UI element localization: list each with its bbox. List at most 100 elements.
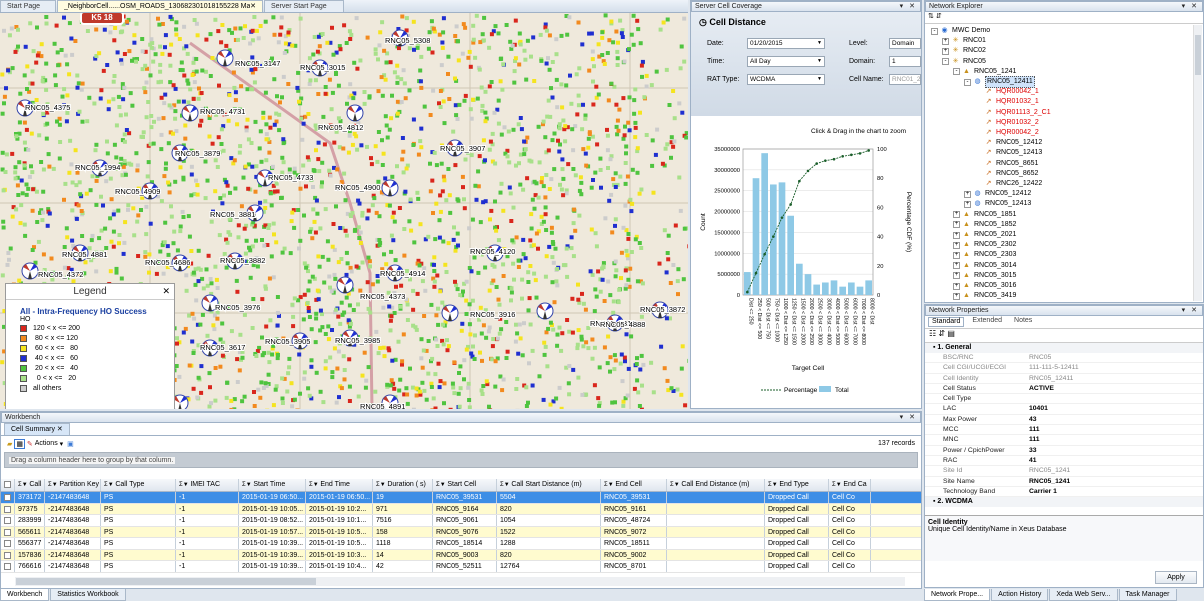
property-value[interactable]: 43 xyxy=(1029,415,1037,424)
filter-icon[interactable]: Σ▼ xyxy=(179,482,190,488)
chart-point[interactable] xyxy=(858,152,862,155)
table-cell[interactable]: Dropped Call xyxy=(765,526,829,537)
tab-start-page[interactable]: Start Page xyxy=(0,0,56,12)
chart-point[interactable] xyxy=(763,252,766,256)
table-cell[interactable]: Cell Co xyxy=(829,492,871,503)
row-checkbox[interactable] xyxy=(1,492,15,503)
table-cell[interactable]: PS xyxy=(101,561,176,572)
expand-icon[interactable]: + xyxy=(942,47,949,55)
row-checkbox[interactable] xyxy=(1,515,15,526)
property-row[interactable]: RAC 41 xyxy=(925,456,1203,467)
table-cell[interactable]: Dropped Call xyxy=(765,561,829,572)
tab-extended[interactable]: Extended xyxy=(964,317,1010,327)
property-row[interactable]: Site Id RNC05_1241 xyxy=(925,466,1203,477)
tree-scrollbar[interactable] xyxy=(1193,25,1202,301)
table-cell[interactable]: Cell Co xyxy=(829,538,871,549)
expand-icon[interactable]: + xyxy=(953,262,960,270)
chart-point[interactable] xyxy=(806,169,810,173)
column-header[interactable]: Σ▼ End Time xyxy=(306,479,373,491)
table-cell[interactable]: -2147483648 xyxy=(45,561,101,572)
expand-icon[interactable]: + xyxy=(942,37,949,45)
table-cell[interactable]: RNC05_9061 xyxy=(433,515,497,526)
table-cell[interactable]: 820 xyxy=(497,549,601,560)
table-cell[interactable]: 97375 xyxy=(15,503,45,514)
table-cell[interactable]: -1 xyxy=(176,561,239,572)
table-cell[interactable]: 2015-01-19 06:50... xyxy=(306,492,373,503)
column-header[interactable]: Σ▼ Call Id xyxy=(15,479,45,491)
bottom-tab[interactable]: Task Manager xyxy=(1118,589,1177,601)
table-cell[interactable]: 2015-01-19 10:2... xyxy=(306,503,373,514)
table-cell[interactable]: -1 xyxy=(176,492,239,503)
column-header[interactable]: Σ▼ Start Cell xyxy=(433,479,497,491)
table-cell[interactable]: 14 xyxy=(373,549,433,560)
tree-node[interactable]: + ✳ RNC01 xyxy=(942,36,986,46)
property-value[interactable]: 41 xyxy=(1029,456,1037,465)
export-icon[interactable]: ▣ xyxy=(67,440,74,448)
table-cell[interactable]: Cell Co xyxy=(829,549,871,560)
row-checkbox[interactable] xyxy=(1,526,15,537)
property-value[interactable]: RNC05_12411 xyxy=(1029,374,1073,383)
sort-icon[interactable]: ⇅ xyxy=(928,13,934,20)
bottom-tab[interactable]: Statistics Workbook xyxy=(50,589,126,601)
pin-icon[interactable]: ▾ ✕ xyxy=(1182,306,1202,315)
table-cell[interactable]: PS xyxy=(101,538,176,549)
cell-site-icon[interactable] xyxy=(336,276,354,294)
table-cell[interactable]: 1054 xyxy=(497,515,601,526)
table-cell[interactable]: 2015-01-19 10:1... xyxy=(306,515,373,526)
cell-site-icon[interactable] xyxy=(536,302,554,320)
table-cell[interactable]: 2015-01-19 10:5... xyxy=(306,538,373,549)
table-cell[interactable]: 373172 xyxy=(15,492,45,503)
chart-bar[interactable] xyxy=(787,215,794,295)
chart-point[interactable] xyxy=(850,153,853,157)
bottom-tab[interactable]: Action History xyxy=(991,589,1049,601)
cell-site-icon[interactable] xyxy=(346,104,364,122)
scroll-thumb[interactable] xyxy=(16,578,316,585)
alphabetical-icon[interactable]: ⇵ xyxy=(938,329,945,338)
filter-icon[interactable]: Σ▼ xyxy=(104,482,115,488)
pin-icon[interactable]: ▾ ✕ xyxy=(900,2,920,11)
chevron-down-icon[interactable]: ▾ xyxy=(58,440,64,448)
pin-icon[interactable]: ▾ ✕ xyxy=(900,413,920,422)
cell-site-icon[interactable] xyxy=(381,179,399,197)
tree-node[interactable]: ↗ HQR00042_1 xyxy=(975,87,1039,97)
chart-bar[interactable] xyxy=(796,263,803,295)
table-cell[interactable]: RNC05_18514 xyxy=(433,538,497,549)
tree-node[interactable]: + ▲ RNC05_3014 xyxy=(953,261,1016,271)
filter-icon[interactable]: Σ▼ xyxy=(48,482,59,488)
tree-node[interactable]: + ▲ RNC05_1851 xyxy=(953,210,1016,220)
chart-bar[interactable] xyxy=(761,153,768,295)
table-cell[interactable]: Dropped Call xyxy=(765,549,829,560)
expand-icon[interactable]: + xyxy=(953,251,960,259)
property-value[interactable]: ACTIVE xyxy=(1029,384,1054,393)
table-cell[interactable]: Cell Co xyxy=(829,503,871,514)
table-cell[interactable]: Cell Co xyxy=(829,526,871,537)
rat-type-select[interactable]: WCDMA ▼ xyxy=(747,74,825,85)
filter-icon[interactable]: Σ▼ xyxy=(832,482,843,488)
cell-distance-chart[interactable]: Count Percentage CDF (%)05000000100000001… xyxy=(691,137,921,407)
domain-input[interactable]: 1 xyxy=(889,56,921,67)
table-cell[interactable]: RNC05_52511 xyxy=(433,561,497,572)
tree-node[interactable]: ↗ RNC05_8652 xyxy=(975,169,1039,179)
table-cell[interactable]: Dropped Call xyxy=(765,492,829,503)
chart-bar[interactable] xyxy=(822,282,829,295)
tree-node[interactable]: ↗ RNC05_8651 xyxy=(975,159,1039,169)
table-cell[interactable]: 766616 xyxy=(15,561,45,572)
map-view[interactable]: RNC05_5308 RNC05_3147 RNC05_3015 RNC05_4375… xyxy=(0,13,688,409)
grid-icon[interactable]: ▦ xyxy=(14,438,25,449)
table-cell[interactable]: RNC05_18511 xyxy=(601,538,667,549)
folder-icon[interactable]: ▰ xyxy=(7,440,12,448)
property-value[interactable]: RNC05 xyxy=(1029,353,1051,362)
property-pages-icon[interactable]: ▤ xyxy=(947,329,955,338)
table-cell[interactable]: RNC05_9164 xyxy=(433,503,497,514)
table-cell[interactable]: Cell Co xyxy=(829,561,871,572)
table-cell[interactable]: 2015-01-19 10:39... xyxy=(239,561,306,572)
table-cell[interactable]: 1288 xyxy=(497,538,601,549)
expand-icon[interactable]: + xyxy=(953,272,960,280)
property-row[interactable]: Cell CGI/UCGI/ECGI 111-111-5-12411 xyxy=(925,363,1203,374)
chart-point[interactable] xyxy=(789,203,792,206)
chart-point[interactable] xyxy=(754,271,758,275)
table-cell[interactable]: 2015-01-19 10:5... xyxy=(306,526,373,537)
table-cell[interactable]: -1 xyxy=(176,526,239,537)
tree-node[interactable]: + ▲ RNC05_2021 xyxy=(953,230,1016,240)
property-row[interactable]: Site Name RNC05_1241 xyxy=(925,477,1203,487)
